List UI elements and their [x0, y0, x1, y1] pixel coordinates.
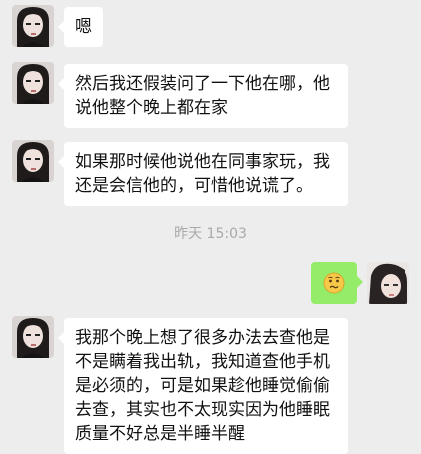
message-bubble[interactable]: 然后我还假装问了一下他在哪，他说他整个晚上都在家	[58, 64, 348, 128]
contact-avatar[interactable]	[12, 5, 54, 47]
message-text: 如果那时候他说他在同事家玩，我还是会信他的，可惜他说谎了。	[75, 152, 330, 196]
avatar-portrait	[12, 5, 54, 47]
self-message-bubble[interactable]	[311, 262, 363, 304]
avatar-portrait	[12, 140, 54, 182]
avatar-portrait	[367, 262, 409, 304]
message-text: 然后我还假装问了一下他在哪，他说他整个晚上都在家	[75, 74, 330, 118]
timestamp: 昨天 15:03	[174, 226, 247, 242]
message-bubble[interactable]: 我那个晚上想了很多办法去查他是不是瞒着我出轨，我知道查他手机是必须的，可是如果趁…	[58, 318, 348, 454]
contact-avatar[interactable]	[12, 62, 54, 104]
message-bubble[interactable]: 嗯	[58, 7, 103, 47]
contact-avatar[interactable]	[12, 316, 54, 358]
contact-avatar[interactable]	[12, 140, 54, 182]
message-bubble[interactable]: 如果那时候他说他在同事家玩，我还是会信他的，可惜他说谎了。	[58, 142, 348, 206]
message-text: 我那个晚上想了很多办法去查他是不是瞒着我出轨，我知道查他手机是必须的，可是如果趁…	[75, 328, 330, 444]
avatar-portrait	[12, 316, 54, 358]
avatar-portrait	[12, 62, 54, 104]
message-text: 嗯	[75, 17, 92, 37]
chat-window: 嗯 然后我还假装问了一下他在哪，他说他整个晚上都在家 如果那时候他说他在同事家玩…	[0, 0, 421, 454]
confused-face-icon	[323, 272, 345, 294]
self-avatar[interactable]	[367, 262, 409, 304]
